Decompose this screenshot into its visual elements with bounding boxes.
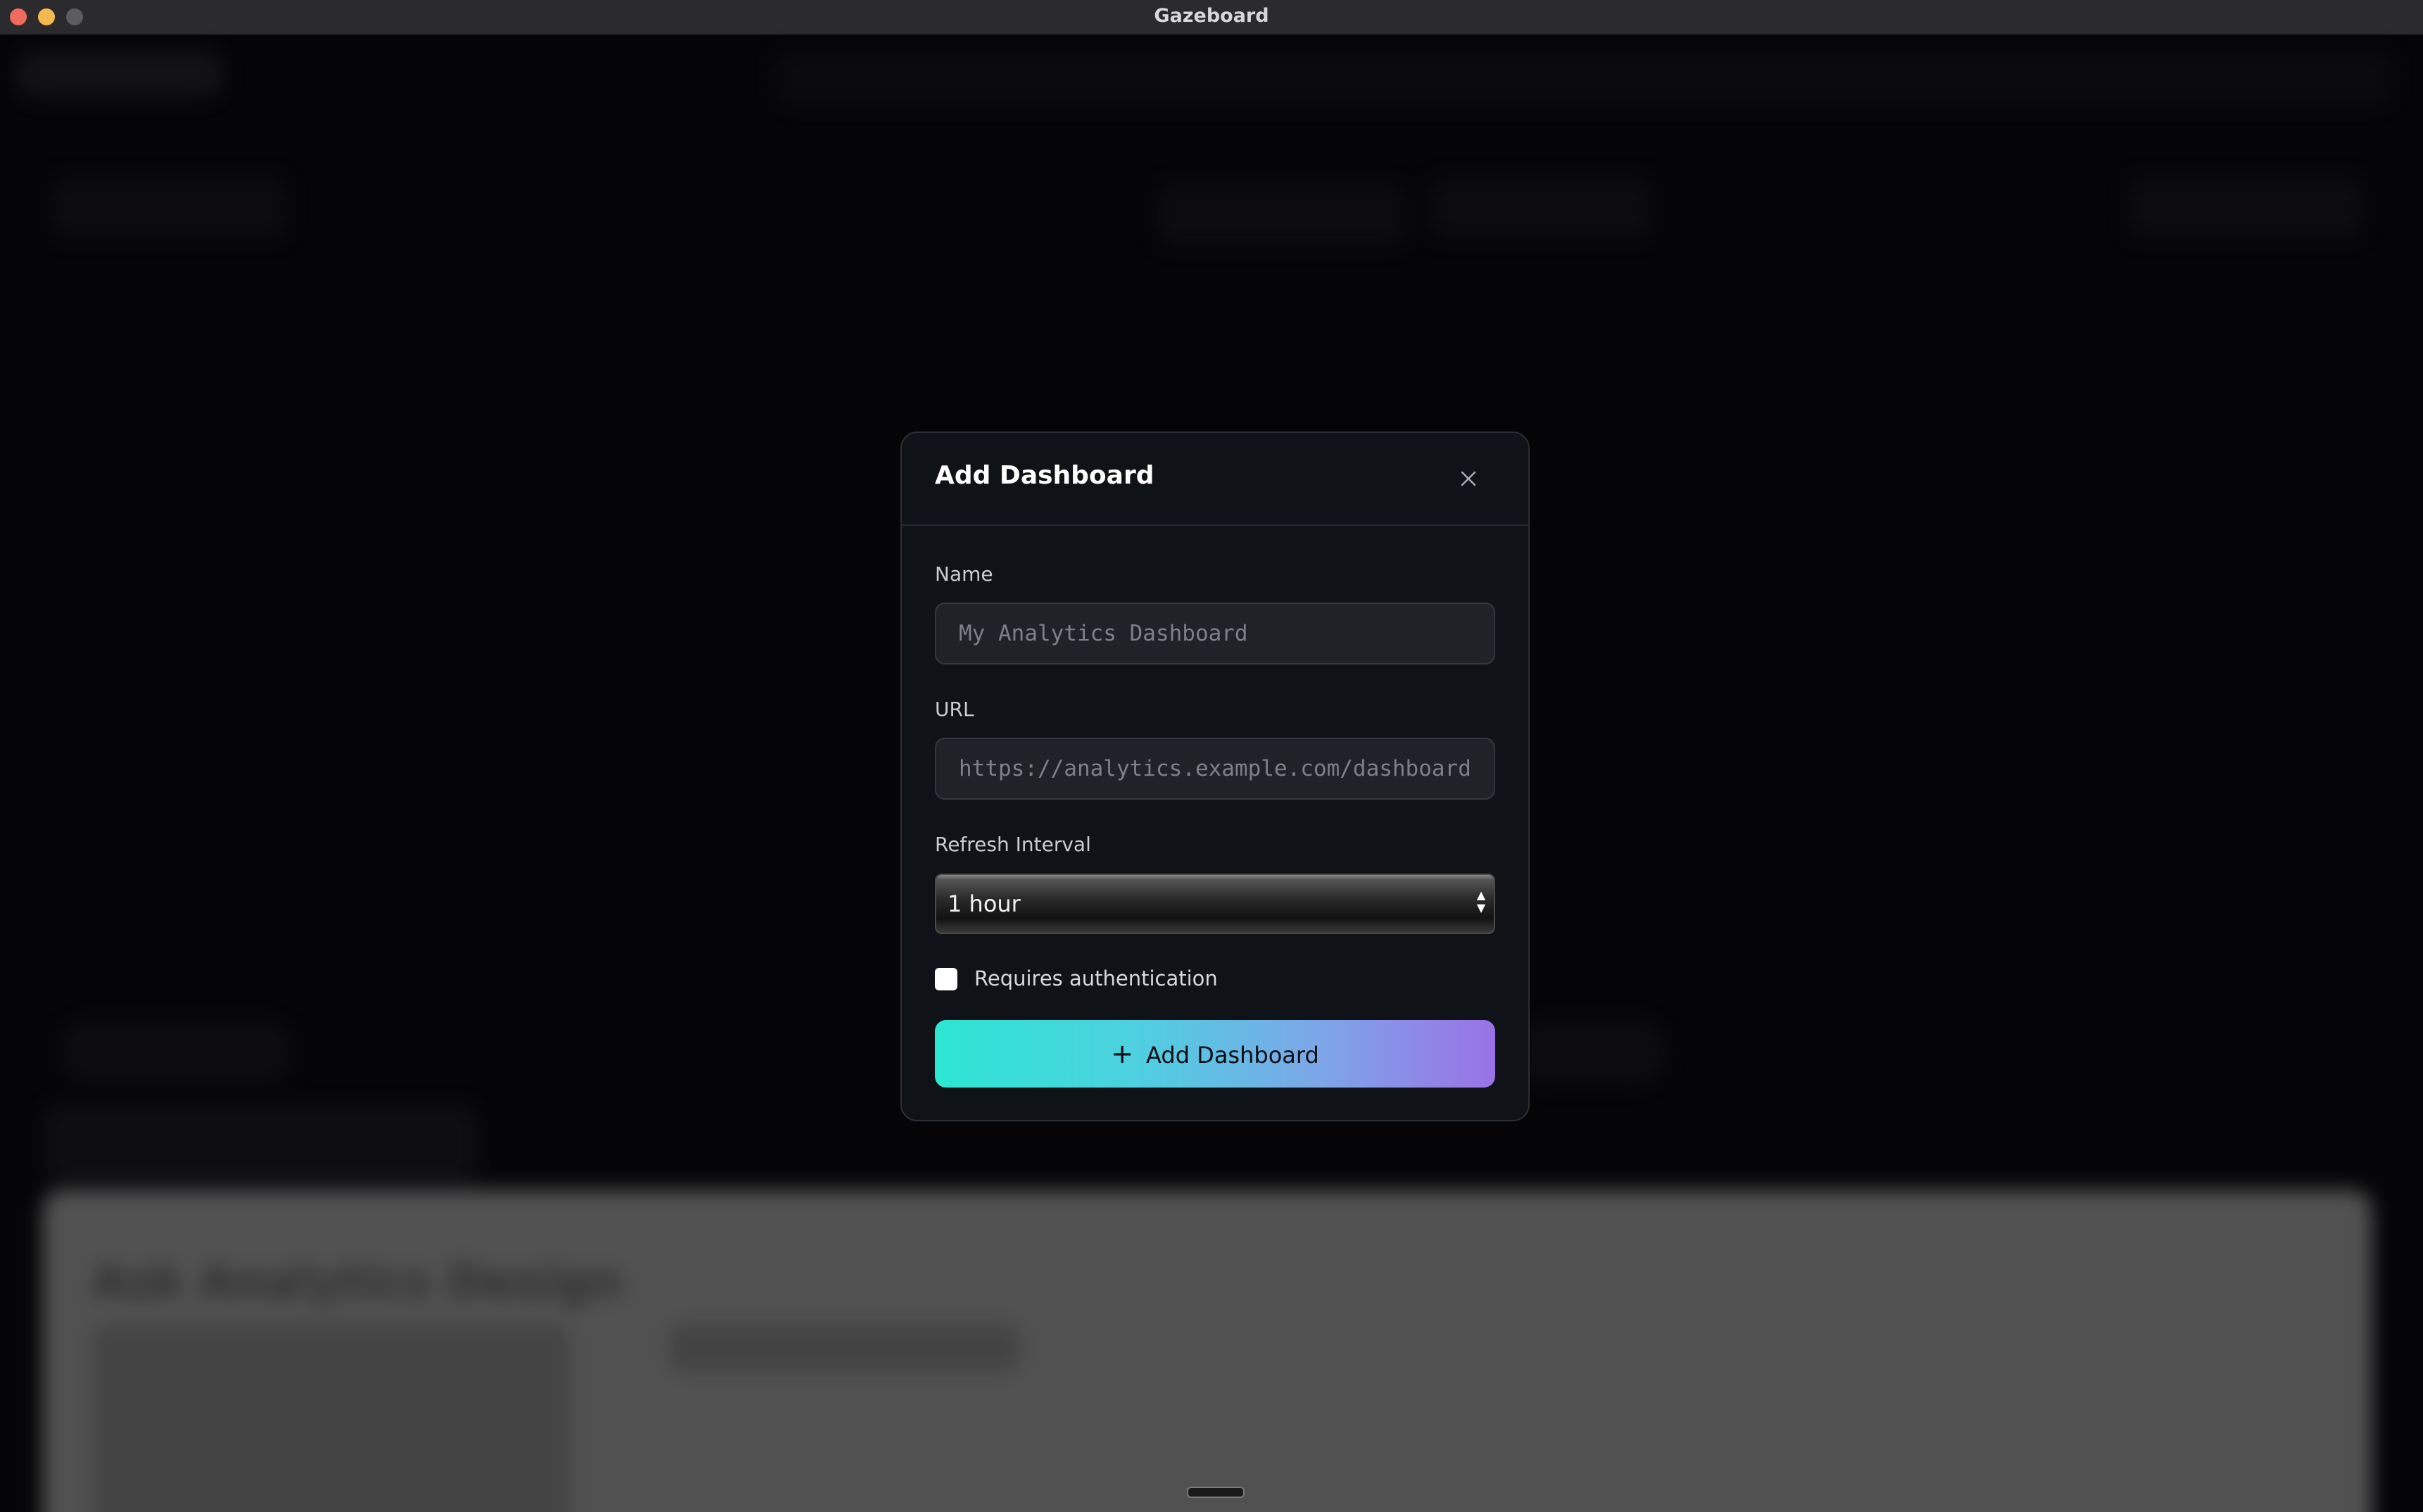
bg-panel-chip <box>669 1323 1021 1373</box>
url-input[interactable] <box>935 738 1495 800</box>
add-dashboard-button[interactable]: + Add Dashboard <box>935 1020 1495 1088</box>
bg-logo <box>14 49 225 99</box>
url-label: URL <box>935 698 974 721</box>
close-button[interactable] <box>1453 463 1484 494</box>
window-title: Gazeboard <box>1154 5 1269 27</box>
bg-panel-sidebar <box>92 1323 570 1512</box>
bg-pill-mid <box>1513 1021 1668 1084</box>
bg-card-right-header <box>1429 176 1654 239</box>
bg-card-mid-header <box>1154 183 1408 246</box>
add-dashboard-button-label: Add Dashboard <box>1146 1042 1319 1069</box>
refresh-interval-value: 1 hour <box>948 890 1021 917</box>
close-icon <box>1461 471 1476 486</box>
name-label: Name <box>935 562 993 586</box>
select-arrows-icon: ▲ ▼ <box>1476 888 1486 914</box>
requires-authentication-label[interactable]: Requires authentication <box>974 966 1218 990</box>
requires-authentication-checkbox[interactable] <box>935 968 957 990</box>
bg-panel-title: Ask Analytics Design <box>92 1256 622 1309</box>
bg-card-left-header <box>49 176 289 239</box>
title-bar: Gazeboard <box>0 0 2423 35</box>
plus-icon: + <box>1111 1038 1134 1069</box>
modal-title: Add Dashboard <box>935 461 1154 490</box>
add-dashboard-modal: Add Dashboard Name URL Refresh Interval … <box>900 431 1530 1121</box>
bg-pill-left <box>56 1021 296 1084</box>
name-input[interactable] <box>935 603 1495 664</box>
refresh-interval-label: Refresh Interval <box>935 833 1091 856</box>
refresh-interval-select[interactable]: 1 hour ▲ ▼ <box>935 874 1495 934</box>
bg-card-far-right <box>2126 176 2365 239</box>
bottom-drag-handle[interactable] <box>1187 1487 1245 1498</box>
bg-topbar <box>774 49 2393 106</box>
bg-tab <box>42 1105 479 1183</box>
app-window: Gazeboard Ask Analytics Design Add Dashb… <box>0 0 2423 1512</box>
modal-header: Add Dashboard <box>902 433 1528 526</box>
